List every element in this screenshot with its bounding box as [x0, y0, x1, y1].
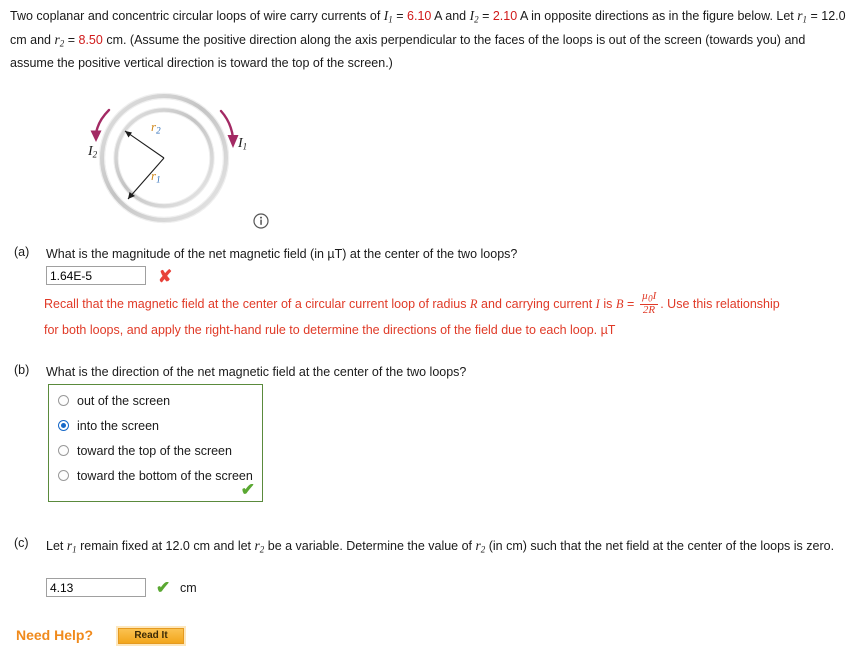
value-I1: 6.10	[407, 9, 432, 23]
radio-option-out-of-screen[interactable]: out of the screen	[49, 388, 262, 413]
part-c-symbol-r1: r1	[66, 538, 77, 555]
part-a-question: What is the magnitude of the net magneti…	[46, 247, 518, 261]
read-it-button[interactable]: Read It	[118, 628, 184, 644]
radio-button-toward-bottom[interactable]	[58, 470, 69, 481]
radio-button-toward-top[interactable]	[58, 445, 69, 456]
current-arrow-I2-head	[90, 130, 102, 142]
statement-text-5: cm. (Assume the positive direction along…	[10, 32, 806, 71]
symbol-I2: I2	[469, 8, 479, 25]
hint-formula-fraction: µ0I 2R	[639, 290, 659, 317]
current-arrow-I1-head	[227, 135, 239, 148]
part-a-hint: Recall that the magnetic field at the ce…	[44, 290, 784, 342]
radius-arrowhead-r2	[125, 131, 132, 138]
radio-label-out-of-screen: out of the screen	[77, 393, 171, 408]
info-icon[interactable]	[252, 212, 270, 230]
equals-4: =	[64, 32, 79, 47]
radio-option-toward-top[interactable]: toward the top of the screen	[49, 438, 262, 463]
equals-1: =	[392, 9, 408, 23]
radio-button-into-screen[interactable]	[58, 420, 69, 431]
part-b-question: What is the direction of the net magneti…	[46, 365, 467, 379]
figure-label-r1: r1	[151, 168, 161, 185]
hint-text-2: and carrying current	[477, 297, 596, 312]
part-c-answer-input[interactable]	[46, 578, 146, 597]
symbol-r2: r2	[54, 31, 65, 49]
equals-2: =	[478, 9, 493, 23]
hint-equals: =	[623, 297, 638, 312]
part-a-label: (a)	[14, 245, 30, 259]
part-c-text-1: Let	[46, 539, 67, 553]
radio-label-toward-top: toward the top of the screen	[77, 443, 232, 458]
part-c-text-3: be a variable. Determine the value of	[264, 539, 476, 553]
part-b-label: (b)	[14, 363, 30, 377]
hint-symbol-R: R	[469, 297, 478, 312]
statement-text-4: and	[26, 32, 55, 47]
problem-statement: Two coplanar and concentric circular loo…	[10, 6, 848, 73]
part-c-correct-mark: ✔	[156, 578, 171, 597]
radio-button-out-of-screen[interactable]	[58, 395, 69, 406]
concentric-loops-diagram	[90, 92, 239, 224]
part-b-correct-mark: ✔	[240, 480, 255, 499]
part-c-label: (c)	[14, 536, 29, 550]
radio-label-toward-bottom: toward the bottom of the screen	[77, 468, 253, 483]
hint-text-1: Recall that the magnetic field at the ce…	[44, 297, 470, 312]
part-c-text-4: (in cm) such that the net field at the c…	[485, 539, 835, 553]
fraction-numerator: µ0I	[639, 290, 659, 305]
symbol-r1: r1	[797, 8, 808, 25]
part-c-symbol-r2b: r2	[475, 538, 486, 555]
statement-text-2: A and	[431, 9, 470, 23]
value-r2: 8.50	[78, 32, 103, 47]
statement-text-1: Two coplanar and concentric circular loo…	[10, 9, 384, 23]
statement-text-3: A in opposite directions as in the figur…	[517, 9, 798, 23]
radio-option-into-screen[interactable]: into the screen	[49, 413, 262, 438]
need-help-label: Need Help?	[16, 627, 94, 643]
figure-label-r2: r2	[151, 119, 161, 136]
part-c-text-2: remain fixed at 12.0 cm and let	[76, 539, 255, 553]
part-c-symbol-r2: r2	[254, 538, 265, 555]
radius-arrows	[124, 130, 165, 200]
problem-page: Two coplanar and concentric circular loo…	[0, 0, 855, 669]
part-c-unit-label: cm	[180, 581, 197, 595]
radio-option-toward-bottom[interactable]: toward the bottom of the screen	[49, 463, 262, 488]
part-c-question: Let r1 remain fixed at 12.0 cm and let r…	[46, 536, 836, 560]
figure-label-I2: I2	[88, 144, 98, 160]
fraction-denominator: 2R	[642, 303, 656, 316]
figure-label-I1: I1	[238, 136, 248, 152]
hint-text-3: is	[599, 297, 616, 312]
part-a-incorrect-mark: ✘	[158, 267, 173, 286]
part-b-radio-group: out of the screen into the screen toward…	[48, 384, 263, 502]
part-a-answer-input[interactable]	[46, 266, 146, 285]
radio-label-into-screen: into the screen	[77, 418, 159, 433]
symbol-I1: I1	[383, 8, 393, 25]
value-I2: 2.10	[492, 9, 518, 23]
equals-3: =	[807, 9, 822, 23]
loops-figure: I2 I1 r2 r1	[80, 86, 280, 236]
